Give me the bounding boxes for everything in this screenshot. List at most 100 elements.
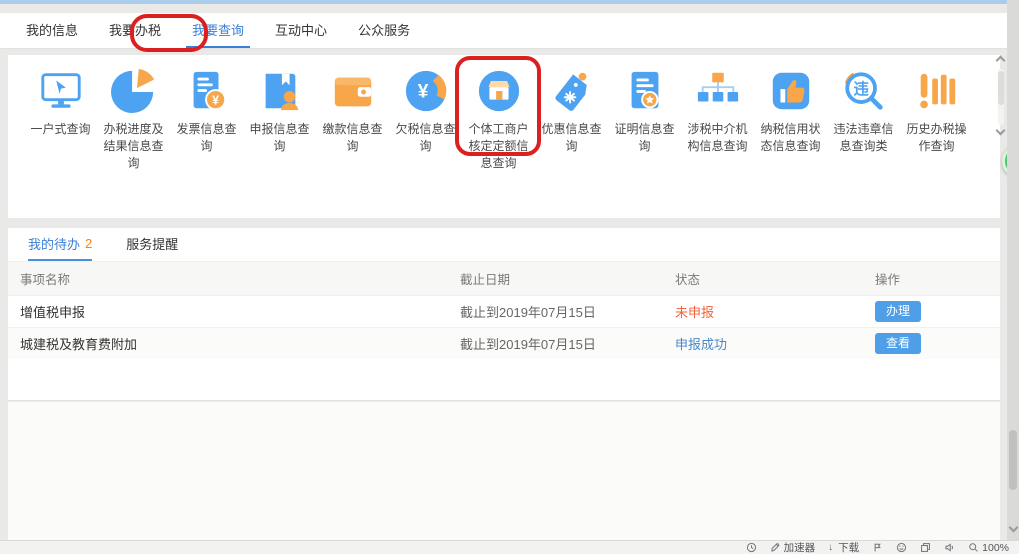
scroll-down-icon[interactable] (996, 126, 1006, 136)
magnifier-icon (968, 542, 979, 553)
svg-text:违: 违 (853, 81, 869, 98)
scrollbar-thumb[interactable] (998, 71, 1004, 105)
speaker-icon (944, 542, 955, 553)
query-item[interactable]: ¥ 发票信息查询 (170, 68, 243, 172)
column-header: 操作 (875, 269, 1000, 288)
tab-service-reminder[interactable]: 服务提醒 (126, 228, 178, 261)
task-deadline: 截止到2019年07月15日 (460, 334, 675, 353)
tab-my-todo-label: 我的待办 (28, 234, 80, 253)
nav-tab-3[interactable]: 我要查询 (186, 13, 250, 48)
task-action-cell: 查看 (875, 333, 1000, 354)
browser-viewport: 我的信息我要办税我要查询互动中心公众服务 一户式查询办税进度及结果信息查询 ¥ 发票… (0, 0, 1019, 554)
query-item-label: 申报信息查询 (243, 121, 316, 155)
flag-button[interactable] (872, 542, 883, 553)
query-item-label: 一户式查询 (24, 121, 97, 138)
query-item-label: 历史办税操作查询 (900, 121, 973, 155)
query-icon-row: 一户式查询办税进度及结果信息查询 ¥ 发票信息查询申报信息查询缴款信息查询 ¥ 欠税信息… (8, 55, 1000, 172)
query-item-label: 涉税中介机构信息查询 (681, 121, 754, 155)
query-icon-panel: 一户式查询办税进度及结果信息查询 ¥ 发票信息查询申报信息查询缴款信息查询 ¥ 欠税信息… (8, 55, 1000, 218)
task-name: 城建税及教育费附加 (20, 334, 460, 353)
column-header: 状态 (675, 269, 875, 288)
task-status: 申报成功 (675, 334, 875, 353)
scroll-up-icon[interactable] (996, 56, 1006, 66)
rocket-icon (770, 542, 781, 553)
task-action-cell: 办理 (875, 301, 1000, 322)
query-item[interactable]: 办税进度及结果信息查询 (97, 68, 170, 172)
query-item-label: 欠税信息查询 (389, 121, 462, 155)
query-item[interactable]: 个体工商户核定定额信息查询 (462, 68, 535, 172)
query-item-label: 缴款信息查询 (316, 121, 389, 155)
window-restore-icon (920, 542, 931, 553)
todo-count-badge: 2 (85, 236, 92, 251)
query-item-label: 证明信息查询 (608, 121, 681, 155)
declare-book-icon (257, 68, 303, 114)
query-item[interactable]: 申报信息查询 (243, 68, 316, 172)
main-nav: 我的信息我要办税我要查询互动中心公众服务 (0, 13, 1007, 49)
nav-tab-1[interactable]: 我的信息 (20, 13, 84, 48)
todo-panel: 我的待办 2 服务提醒 事项名称截止日期状态操作 增值税申报截止到2019年07… (8, 228, 1000, 401)
query-item-label: 办税进度及结果信息查询 (97, 121, 170, 172)
wallet-icon (330, 68, 376, 114)
org-chart-icon (695, 68, 741, 114)
query-item[interactable]: ¥ 欠税信息查询 (389, 68, 462, 172)
feedback-button[interactable] (896, 542, 907, 553)
query-item[interactable]: 优惠信息查询 (535, 68, 608, 172)
tab-service-reminder-label: 服务提醒 (126, 234, 178, 253)
query-item[interactable]: 涉税中介机构信息查询 (681, 68, 754, 172)
download-arrow-icon: ↓ (828, 542, 833, 553)
query-item-label: 纳税信用状态信息查询 (754, 121, 827, 155)
svg-text:¥: ¥ (212, 93, 219, 107)
history-button[interactable] (746, 542, 757, 553)
nav-tab-2[interactable]: 我要办税 (103, 13, 167, 48)
download-button[interactable]: ↓ 下载 (828, 540, 859, 554)
column-header: 截止日期 (460, 269, 675, 288)
browser-statusbar: 加速器 ↓ 下载 100% (0, 540, 1019, 554)
table-row: 城建税及教育费附加截止到2019年07月15日申报成功查看 (8, 327, 1000, 359)
query-item-label: 个体工商户核定定额信息查询 (462, 121, 535, 172)
restore-window-button[interactable] (920, 542, 931, 553)
thumb-up-icon (768, 68, 814, 114)
top-blue-strip (0, 0, 1019, 4)
yuan-circle-icon: ¥ (403, 68, 449, 114)
mute-button[interactable] (944, 542, 955, 553)
panel-scrollbar[interactable] (994, 57, 1008, 137)
pie-chart-icon (111, 68, 157, 114)
zoom-control[interactable]: 100% (968, 542, 1009, 554)
query-item-label: 违法违章信息查询类 (827, 121, 900, 155)
query-item[interactable]: 一户式查询 (24, 68, 97, 172)
browser-scrollbar[interactable] (1007, 0, 1019, 540)
violation-search-icon: 违 (841, 68, 887, 114)
query-item-label: 发票信息查询 (170, 121, 243, 155)
tab-my-todo[interactable]: 我的待办 2 (28, 228, 92, 261)
nav-tab-5[interactable]: 公众服务 (352, 13, 416, 48)
invoice-coin-icon: ¥ (184, 68, 230, 114)
shop-icon (476, 68, 522, 114)
svg-text:¥: ¥ (417, 82, 428, 103)
history-bars-icon (914, 68, 960, 114)
table-header: 事项名称截止日期状态操作 (8, 262, 1000, 295)
certificate-icon (622, 68, 668, 114)
task-deadline: 截止到2019年07月15日 (460, 302, 675, 321)
query-item[interactable]: 缴款信息查询 (316, 68, 389, 172)
accelerator-button[interactable]: 加速器 (770, 540, 816, 554)
zoom-level-label: 100% (982, 542, 1009, 554)
smiley-icon (896, 542, 907, 553)
monitor-cursor-icon (38, 68, 84, 114)
accelerator-label: 加速器 (784, 540, 816, 554)
nav-tab-4[interactable]: 互动中心 (269, 13, 333, 48)
clock-icon (746, 542, 757, 553)
task-action-button[interactable]: 查看 (875, 333, 921, 354)
table-body: 增值税申报截止到2019年07月15日未申报办理城建税及教育费附加截止到2019… (8, 295, 1000, 359)
download-label: 下载 (838, 540, 859, 554)
task-action-button[interactable]: 办理 (875, 301, 921, 322)
query-item[interactable]: 证明信息查询 (608, 68, 681, 172)
task-name: 增值税申报 (20, 302, 460, 321)
browser-scrollbar-thumb[interactable] (1009, 430, 1017, 490)
query-item[interactable]: 纳税信用状态信息查询 (754, 68, 827, 172)
task-status: 未申报 (675, 302, 875, 321)
todo-tabs: 我的待办 2 服务提醒 (8, 228, 1000, 262)
query-item[interactable]: 违违法违章信息查询类 (827, 68, 900, 172)
column-header: 事项名称 (20, 269, 460, 288)
query-item[interactable]: 历史办税操作查询 (900, 68, 973, 172)
discount-tag-icon (549, 68, 595, 114)
